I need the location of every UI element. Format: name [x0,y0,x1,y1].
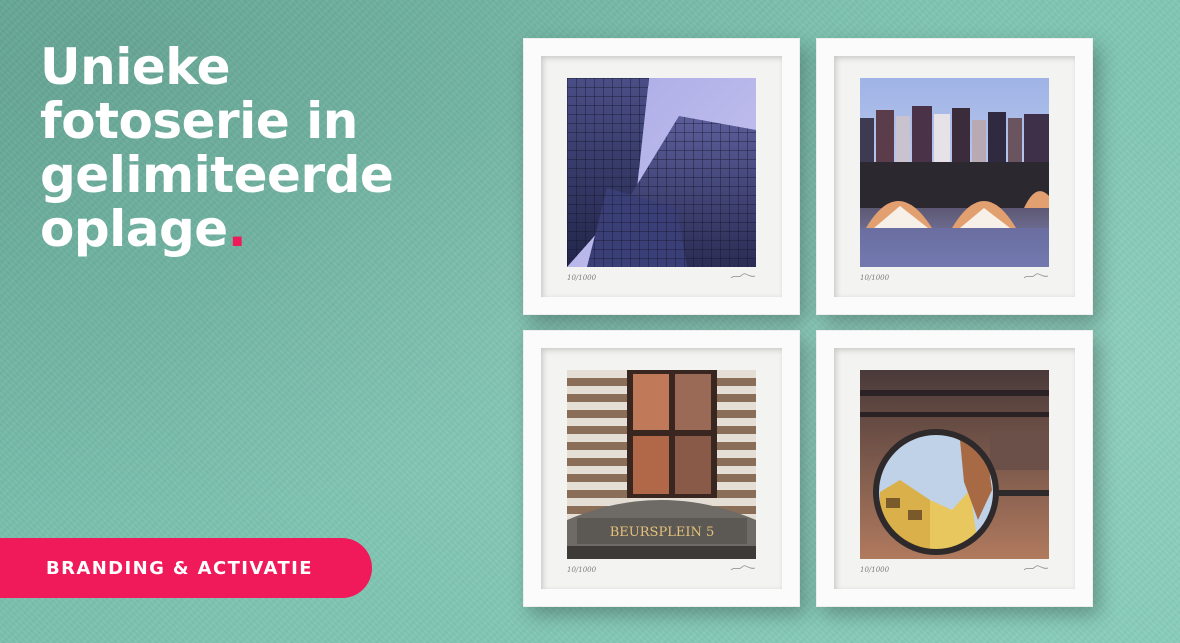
signature-icon [730,564,756,572]
signature-icon [730,272,756,280]
category-button[interactable]: BRANDING & ACTIVATIE [0,538,372,598]
headline-line-2: fotoserie in [40,92,358,150]
edition-number: 10/1000 [860,274,890,282]
edition-number: 10/1000 [567,566,597,574]
canal-bridge-photo [860,78,1049,267]
accent-dot: . [227,200,247,258]
photo-frame-4: 10/1000 [816,330,1093,607]
headline-line-3: gelimiteerde [40,146,394,204]
photo-frame-3: BEURSPLEIN 5 10/1000 [523,330,800,607]
signature-icon [1023,564,1049,572]
frame-mat: 10/1000 [834,56,1075,297]
photo-frame-2: 10/1000 [816,38,1093,315]
frame-mat: 10/1000 [541,56,782,297]
headline-line-4-text: oplage [40,200,228,258]
facade-sign-text: BEURSPLEIN 5 [610,525,714,540]
signature-icon [1023,272,1049,280]
headline: Unieke fotoserie in gelimiteerde oplage. [40,40,480,256]
category-label: BRANDING & ACTIVATIE [46,557,313,579]
glass-skyscrapers-photo [567,78,756,267]
beursplein-facade-photo: BEURSPLEIN 5 [567,370,756,559]
edition-number: 10/1000 [567,274,597,282]
mirror-reflection-photo [860,370,1049,559]
edition-number: 10/1000 [860,566,890,574]
headline-line-1: Unieke [40,38,231,96]
photo-frame-1: 10/1000 [523,38,800,315]
headline-line-4: oplage. [40,202,480,256]
frame-mat: 10/1000 [834,348,1075,589]
frame-mat: BEURSPLEIN 5 10/1000 [541,348,782,589]
